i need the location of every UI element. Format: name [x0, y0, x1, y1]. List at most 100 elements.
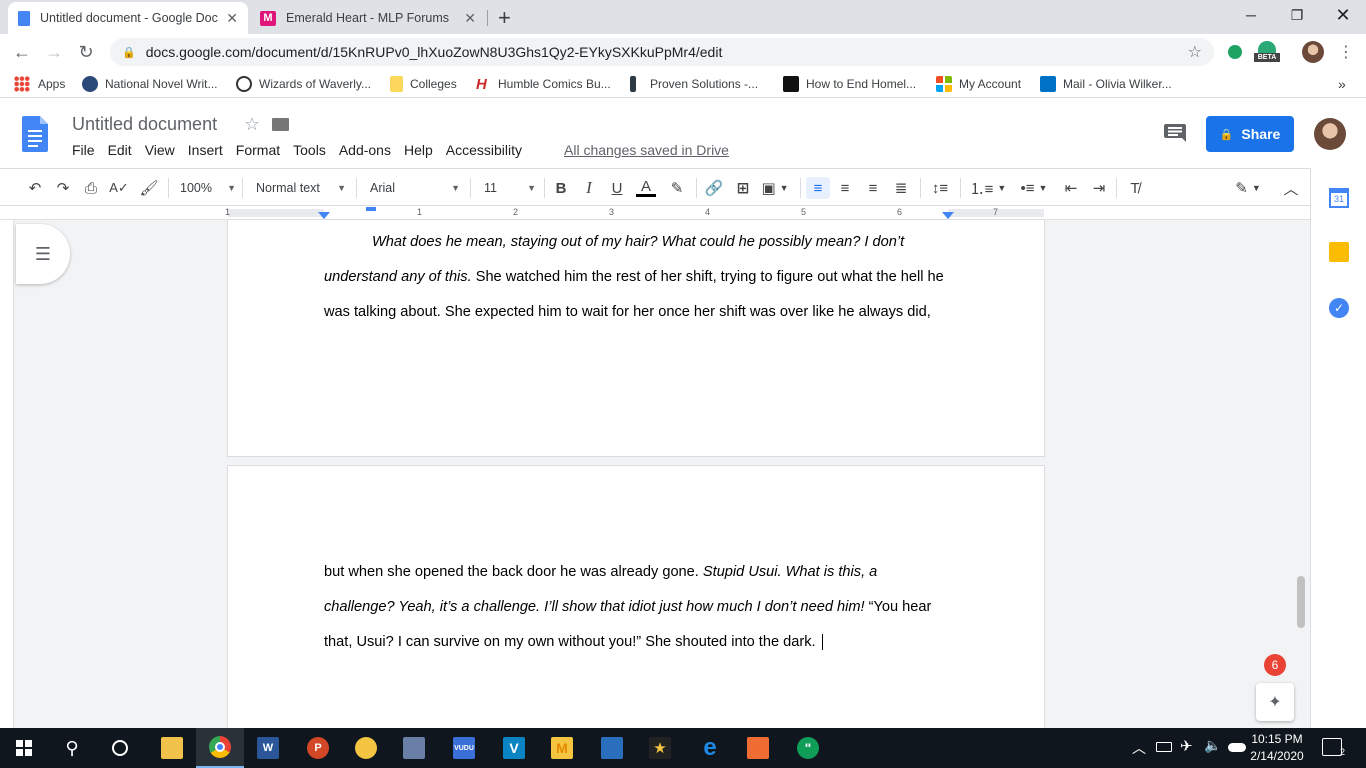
task-view-icon[interactable]: [96, 728, 144, 768]
italic-button[interactable]: I: [578, 177, 600, 199]
spellcheck-icon[interactable]: A✓: [108, 177, 130, 199]
action-center-icon[interactable]: 2: [1322, 738, 1345, 757]
start-button[interactable]: [0, 728, 48, 768]
page-1[interactable]: What does he mean, staying out of my hai…: [228, 220, 1044, 456]
bookmark-proven[interactable]: Proven Solutions -...: [630, 75, 758, 93]
insert-image-icon[interactable]: ▣ ▼: [758, 177, 792, 199]
menu-edit[interactable]: Edit: [108, 142, 132, 158]
paint-format-icon[interactable]: 🖌: [138, 177, 160, 199]
maximize-icon[interactable]: ❐: [1274, 0, 1320, 30]
bookmark-nanowrimo[interactable]: National Novel Writ...: [82, 75, 217, 93]
left-indent-marker-icon[interactable]: [318, 212, 330, 219]
style-select[interactable]: Normal text ▼: [256, 177, 346, 199]
taskbar-clock[interactable]: 10:15 PM 2/14/2020: [1246, 731, 1308, 765]
people-app-icon[interactable]: [734, 728, 782, 768]
align-justify-icon[interactable]: ≣: [890, 177, 912, 199]
right-indent-marker-icon[interactable]: [942, 212, 954, 219]
airplane-mode-icon[interactable]: ✈: [1180, 737, 1193, 755]
tab-mlp-forums[interactable]: M Emerald Heart - MLP Forums ✕: [250, 2, 486, 34]
keep-icon[interactable]: [1329, 242, 1349, 262]
battery-icon[interactable]: [1156, 742, 1172, 752]
menu-tools[interactable]: Tools: [293, 142, 326, 158]
close-tab-icon[interactable]: ✕: [226, 10, 238, 27]
vudu-icon[interactable]: VUDU: [440, 728, 488, 768]
v-app-icon[interactable]: V: [490, 728, 538, 768]
underline-button[interactable]: U: [606, 177, 628, 199]
bookmark-homeless[interactable]: How to End Homel...: [783, 75, 916, 93]
onedrive-cloud-icon[interactable]: [1228, 743, 1246, 752]
font-size-select[interactable]: 11 ▼: [484, 177, 536, 199]
news-app-icon[interactable]: [588, 728, 636, 768]
minimize-icon[interactable]: ─: [1228, 0, 1274, 30]
forward-icon[interactable]: →: [42, 40, 66, 64]
star-icon[interactable]: ☆: [244, 114, 260, 135]
document-canvas[interactable]: 1 1 2 3 4 5 6 7 ☰ What does he mean, sta…: [0, 206, 1310, 728]
word-icon[interactable]: W: [244, 728, 292, 768]
bookmarks-overflow-icon[interactable]: »: [1338, 75, 1346, 93]
move-folder-icon[interactable]: [272, 118, 289, 131]
menu-format[interactable]: Format: [236, 142, 280, 158]
explore-icon[interactable]: ✦: [1256, 683, 1294, 721]
comment-history-icon[interactable]: [1164, 124, 1186, 142]
powerpoint-icon[interactable]: P: [294, 728, 342, 768]
back-icon[interactable]: ←: [10, 40, 34, 64]
redo-icon[interactable]: ↷: [52, 177, 74, 199]
bookmark-humble[interactable]: H Humble Comics Bu...: [476, 75, 611, 93]
google-docs-logo-icon[interactable]: [22, 116, 48, 152]
link-icon[interactable]: 🔗: [702, 177, 726, 199]
bookmark-star-icon[interactable]: ☆: [1188, 42, 1202, 62]
tab-google-docs[interactable]: Untitled document - Google Doc ✕: [8, 2, 248, 34]
bookmark-my-account[interactable]: My Account: [936, 75, 1021, 93]
profile-avatar[interactable]: [1302, 41, 1324, 63]
close-tab-icon[interactable]: ✕: [464, 10, 476, 27]
document-outline-button[interactable]: ☰: [16, 224, 70, 284]
movies-star-icon[interactable]: ★: [636, 728, 684, 768]
show-hidden-icons-chevron-icon[interactable]: ︿: [1132, 738, 1146, 758]
new-tab-plus-icon[interactable]: +: [498, 5, 511, 31]
align-right-icon[interactable]: ≡: [862, 177, 884, 199]
menu-view[interactable]: View: [145, 142, 175, 158]
hangouts-icon[interactable]: ": [784, 728, 832, 768]
menu-add-ons[interactable]: Add-ons: [339, 142, 391, 158]
tool-app-icon[interactable]: [390, 728, 438, 768]
undo-icon[interactable]: ↶: [24, 177, 46, 199]
bold-button[interactable]: B: [550, 177, 572, 199]
text-color-button[interactable]: A: [634, 177, 658, 199]
tasks-icon[interactable]: ✓: [1329, 298, 1349, 318]
account-avatar[interactable]: [1314, 118, 1346, 150]
chrome-taskbar-icon[interactable]: [196, 728, 244, 768]
highlight-icon[interactable]: ✎: [666, 177, 688, 199]
numbered-list-icon[interactable]: ⒈≡ ▼: [968, 177, 1008, 199]
calendar-icon[interactable]: 31: [1329, 188, 1349, 208]
bookmark-colleges[interactable]: Colleges: [390, 75, 457, 93]
add-comment-icon[interactable]: ⊞: [732, 177, 754, 199]
reload-icon[interactable]: ↻: [74, 40, 98, 64]
bulleted-list-icon[interactable]: •≡ ▼: [1014, 177, 1054, 199]
file-explorer-icon[interactable]: [148, 728, 196, 768]
menu-file[interactable]: File: [72, 142, 95, 158]
document-title[interactable]: Untitled document: [72, 114, 217, 135]
share-button[interactable]: 🔒 Share: [1206, 116, 1294, 152]
first-line-indent-marker-icon[interactable]: [366, 207, 376, 211]
notification-badge[interactable]: 6: [1264, 654, 1286, 676]
menu-help[interactable]: Help: [404, 142, 433, 158]
clear-formatting-icon[interactable]: T̸: [1124, 177, 1146, 199]
decrease-indent-icon[interactable]: ⇤: [1060, 177, 1082, 199]
close-window-icon[interactable]: ✕: [1320, 0, 1366, 30]
address-bar[interactable]: 🔒 docs.google.com/document/d/15KnRUPv0_l…: [110, 38, 1214, 66]
alarms-clock-icon[interactable]: [342, 728, 390, 768]
bookmark-mail[interactable]: Mail - Olivia Wilker...: [1040, 75, 1172, 93]
extension-beta-icon[interactable]: BETA: [1254, 41, 1280, 63]
scrollbar-thumb[interactable]: [1297, 576, 1305, 628]
line-spacing-icon[interactable]: ↕≡: [928, 177, 952, 199]
align-left-icon[interactable]: ≡: [806, 177, 830, 199]
print-icon[interactable]: ⎙: [80, 177, 102, 199]
collapse-toolbar-icon[interactable]: ︿: [1280, 177, 1302, 199]
bookmark-apps[interactable]: Apps: [14, 75, 65, 93]
extension-green-icon[interactable]: [1228, 45, 1242, 59]
bookmark-wizards[interactable]: Wizards of Waverly...: [236, 75, 371, 93]
volume-icon[interactable]: 🔈: [1204, 737, 1221, 754]
align-center-icon[interactable]: ≡: [834, 177, 856, 199]
editing-mode-pencil-icon[interactable]: ✎ ▼: [1230, 177, 1266, 199]
increase-indent-icon[interactable]: ⇥: [1088, 177, 1110, 199]
